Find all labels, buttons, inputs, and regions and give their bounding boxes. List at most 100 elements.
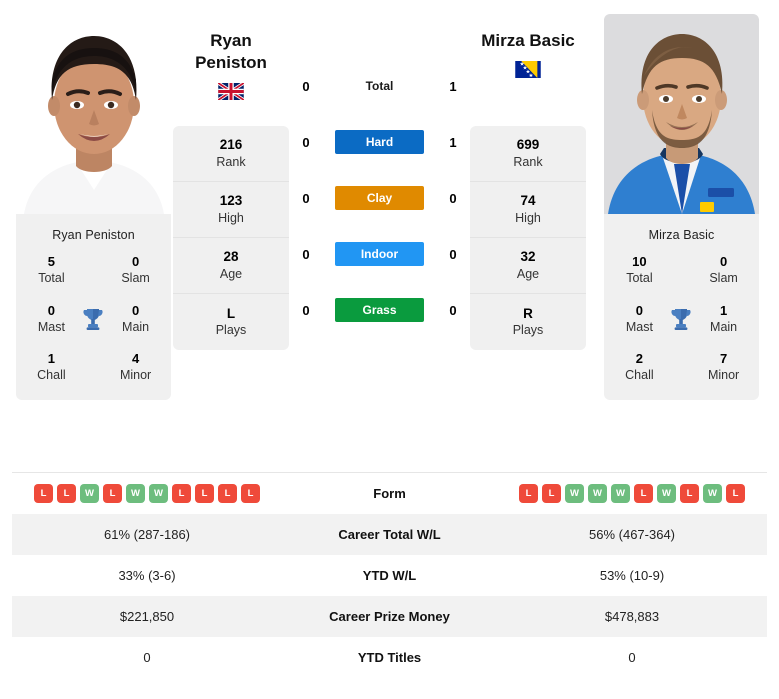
right-form-cell: LLWWWLWLWL: [497, 484, 767, 503]
left-minor-label: Minor: [119, 368, 152, 383]
form-badge-loss: L: [726, 484, 745, 503]
form-badge-loss: L: [519, 484, 538, 503]
player-comparison-page: Ryan Peniston 5 Total 0 Slam 0 Mast 0 Ma…: [0, 0, 779, 699]
form-badge-loss: L: [542, 484, 561, 503]
right-plays-value: R: [523, 305, 533, 321]
right-minor-label: Minor: [707, 368, 740, 383]
right-slam-value: 0: [719, 254, 728, 269]
form-badge-loss: L: [103, 484, 122, 503]
left-age-label: Age: [219, 266, 243, 281]
h2h-hard-right: 1: [449, 134, 457, 150]
right-photo-name: Mirza Basic: [648, 228, 715, 242]
surface-clay-button[interactable]: Clay: [335, 186, 424, 210]
left-plays-value: L: [226, 305, 236, 321]
left-rank-label: Rank: [216, 154, 246, 169]
trophy-icon: [79, 307, 108, 331]
left-player-photo[interactable]: [16, 14, 171, 214]
left-minor-titles: 4 Minor: [108, 351, 163, 384]
comparison-header: Ryan Peniston 5 Total 0 Slam 0 Mast 0 Ma…: [0, 0, 779, 472]
left-prize-money: $221,850: [119, 609, 175, 624]
right-stat-card: 699 Rank 74 High 32 Age R Plays: [470, 126, 586, 350]
form-badge-win: W: [703, 484, 722, 503]
form-badge-win: W: [611, 484, 630, 503]
left-high-value: 123: [219, 193, 243, 209]
left-chall-label: Chall: [37, 368, 66, 383]
left-high-label: High: [218, 210, 244, 225]
right-titles-row-mast: 0 Mast 1 Main: [604, 303, 759, 352]
form-badge-loss: L: [195, 484, 214, 503]
ba-flag-icon: [468, 60, 588, 78]
right-main-label: Main: [710, 319, 738, 334]
left-rank-value: 216: [219, 137, 243, 153]
h2h-grass-left: 0: [302, 302, 310, 318]
form-badge-win: W: [657, 484, 676, 503]
right-career-wl: 56% (467-364): [589, 527, 675, 542]
surface-hard-button[interactable]: Hard: [335, 130, 424, 154]
h2h-clay-label-wrap: Clay: [328, 186, 432, 210]
right-minor-value: 7: [719, 351, 728, 366]
right-main-value: 1: [719, 302, 728, 318]
table-row-form: LLWLWWLLLL Form LLWWWLWLWL: [12, 473, 767, 514]
surface-grass-button[interactable]: Grass: [335, 298, 424, 322]
form-badge-loss: L: [218, 484, 237, 503]
left-slam-titles: 0 Slam: [108, 254, 163, 287]
form-badge-loss: L: [34, 484, 53, 503]
right-total-titles: 10 Total: [612, 254, 667, 287]
right-slam-titles: 0 Slam: [696, 254, 751, 287]
right-slam-label: Slam: [709, 271, 738, 286]
left-total-value: 5: [47, 254, 56, 269]
left-main-value: 0: [131, 302, 140, 318]
prize-money-label: Career Prize Money: [329, 609, 450, 624]
left-form-cell: LLWLWWLLLL: [12, 484, 282, 503]
right-titles-grid: 10 Total 0 Slam 0 Mast 1 Main 2 Chall 7 …: [604, 254, 759, 386]
left-slam-value: 0: [131, 254, 140, 269]
right-titles-row-chall: 2 Chall 7 Minor: [604, 351, 759, 386]
left-total-titles: 5 Total: [24, 254, 79, 287]
left-mast-label: Mast: [37, 319, 65, 334]
h2h-row-indoor: 0 Indoor 0: [291, 226, 468, 282]
right-player-column: Mirza Basic 10 Total 0 Slam 0 Mast 1 Mai…: [588, 0, 759, 472]
right-ytd-wl: 53% (10-9): [599, 568, 665, 583]
h2h-hard-label-wrap: Hard: [328, 130, 432, 154]
right-stat-column: Mirza Basic 699 Rank 74 High 32 Age R Pl…: [468, 0, 588, 472]
left-titles-row-mast: 0 Mast 0 Main: [16, 303, 171, 352]
table-row-career-wl: 61% (287-186) Career Total W/L 56% (467-…: [12, 514, 767, 555]
h2h-row-clay: 0 Clay 0: [291, 170, 468, 226]
form-badge-win: W: [149, 484, 168, 503]
form-badge-loss: L: [680, 484, 699, 503]
form-badge-win: W: [565, 484, 584, 503]
right-minor-titles: 7 Minor: [696, 351, 751, 384]
left-total-label: Total: [38, 271, 65, 286]
h2h-indoor-right: 0: [449, 246, 457, 262]
h2h-hard-left: 0: [302, 134, 310, 150]
h2h-total-left: 0: [302, 78, 310, 94]
left-player-name-line1: Ryan: [210, 31, 252, 50]
left-titles-row-chall: 1 Chall 4 Minor: [16, 351, 171, 386]
h2h-indoor-left: 0: [302, 246, 310, 262]
h2h-row-grass: 0 Grass 0: [291, 282, 468, 338]
right-stat-age: 32 Age: [470, 238, 586, 294]
left-ytd-titles: 0: [143, 650, 151, 665]
left-age-value: 28: [223, 249, 239, 265]
left-chall-value: 1: [47, 351, 56, 366]
right-stat-rank: 699 Rank: [470, 126, 586, 182]
h2h-total-label: Total: [365, 79, 394, 93]
right-titles-row-total: 10 Total 0 Slam: [604, 254, 759, 303]
right-player-photo[interactable]: [604, 14, 759, 214]
form-badge-loss: L: [634, 484, 653, 503]
right-prize-money: $478,883: [604, 609, 660, 624]
form-badge-win: W: [126, 484, 145, 503]
left-minor-value: 4: [131, 351, 140, 366]
surface-indoor-button[interactable]: Indoor: [335, 242, 424, 266]
right-mast-value: 0: [635, 302, 644, 318]
form-badge-win: W: [588, 484, 607, 503]
left-player-name-line2: Peniston: [195, 52, 267, 72]
h2h-grass-right: 0: [449, 302, 457, 318]
left-mast-value: 0: [47, 302, 56, 318]
right-total-value: 10: [632, 254, 647, 269]
left-player-name-block: Ryan Peniston: [171, 0, 291, 126]
left-chall-titles: 1 Chall: [24, 351, 79, 384]
right-ytd-titles: 0: [628, 650, 636, 665]
left-titles-row-total: 5 Total 0 Slam: [16, 254, 171, 303]
table-row-ytd-wl: 33% (3-6) YTD W/L 53% (10-9): [12, 555, 767, 596]
